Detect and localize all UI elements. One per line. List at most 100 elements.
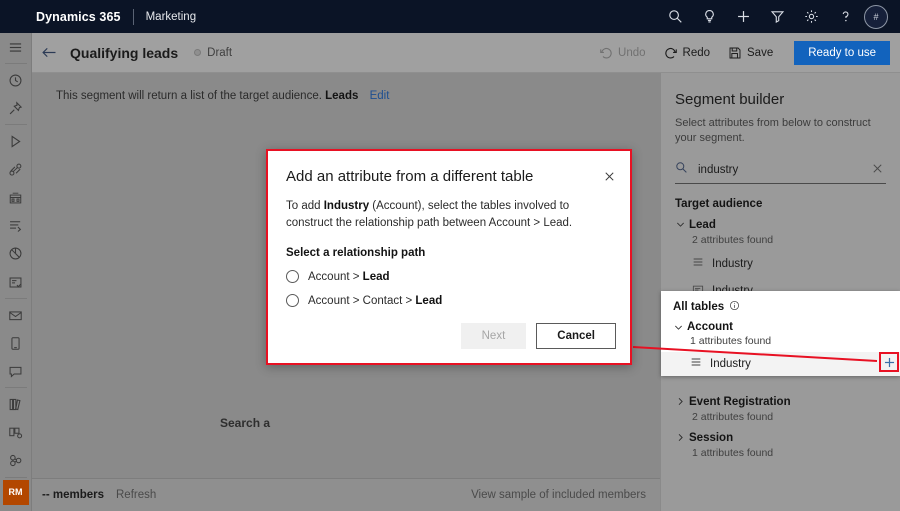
recent-clock-icon[interactable]: [0, 66, 32, 94]
dialog-footer: Next Cancel: [461, 323, 616, 349]
relationship-path-option-1[interactable]: Account > Lead: [286, 270, 630, 283]
filter-icon[interactable]: [760, 0, 794, 33]
segment-builder-subtitle: Select attributes from below to construc…: [675, 116, 886, 146]
dialog-title: Add an attribute from a different table: [286, 168, 586, 185]
account-industry-attribute-row[interactable]: Industry: [690, 355, 900, 373]
status-badge: Draft: [207, 47, 232, 59]
email-icon[interactable]: [0, 301, 32, 329]
tree-group-session-count: 1 attributes found: [692, 447, 900, 459]
segment-description-entity: Leads: [325, 90, 358, 102]
contacts-people-icon[interactable]: [0, 447, 32, 475]
attribute-row[interactable]: Industry: [692, 255, 900, 273]
save-button[interactable]: Save: [719, 41, 782, 65]
cancel-button[interactable]: Cancel: [536, 323, 616, 349]
rail-divider: [5, 387, 27, 388]
dialog-body-text: To add Industry (Account), select the ta…: [286, 198, 610, 231]
tree-group-session-label: Session: [689, 432, 733, 444]
customer-journey-icon[interactable]: [0, 127, 32, 155]
radio-button-icon[interactable]: [286, 294, 299, 307]
segment-description-prefix: This segment will return a list of the t…: [56, 90, 322, 102]
chevron-down-icon: [671, 322, 685, 333]
target-audience-header: Target audience: [675, 198, 900, 210]
back-arrow-icon[interactable]: [32, 33, 66, 73]
command-bar-actions: Undo Redo Save Ready to use: [590, 41, 900, 65]
undo-button[interactable]: Undo: [590, 41, 655, 65]
pinned-icon[interactable]: [0, 94, 32, 122]
info-icon[interactable]: [729, 300, 740, 314]
left-navigation-rail: RM: [0, 33, 32, 511]
clear-search-icon[interactable]: [871, 162, 884, 180]
add-attribute-dialog: Add an attribute from a different table …: [266, 149, 632, 365]
top-bar-actions: #: [658, 0, 900, 33]
tree-group-account[interactable]: Account: [671, 321, 900, 333]
optionset-icon: [690, 355, 702, 373]
lead-scoring-icon[interactable]: [0, 212, 32, 240]
redo-label: Redo: [683, 47, 711, 59]
canvas-footer-bar: -- members Refresh View sample of includ…: [32, 478, 660, 511]
user-avatar[interactable]: #: [864, 5, 888, 29]
dialog-body-bold: Industry: [324, 200, 369, 212]
search-icon[interactable]: [658, 0, 692, 33]
search-input[interactable]: [696, 163, 866, 177]
redo-button[interactable]: Redo: [655, 41, 720, 65]
undo-label: Undo: [618, 47, 646, 59]
attribute-search-field[interactable]: [675, 158, 886, 184]
help-icon[interactable]: [828, 0, 862, 33]
rail-user-avatar[interactable]: RM: [3, 480, 29, 505]
edit-link[interactable]: Edit: [370, 90, 390, 102]
search-attribute-hint: Search a: [220, 416, 270, 430]
close-icon[interactable]: [598, 165, 620, 187]
events-building-icon[interactable]: [0, 184, 32, 212]
relationship-path-option-1-label: Account > Lead: [308, 271, 390, 283]
segments-icon[interactable]: [0, 155, 32, 183]
all-tables-header: All tables: [673, 300, 900, 314]
chevron-down-icon: [673, 219, 687, 230]
save-label: Save: [747, 47, 773, 59]
status-dot-icon: [194, 49, 201, 56]
all-tables-label: All tables: [673, 301, 724, 313]
chevron-right-icon: [673, 396, 687, 407]
relationship-path-option-2[interactable]: Account > Contact > Lead: [286, 294, 630, 307]
tree-group-event-registration-label: Event Registration: [689, 396, 791, 408]
dialog-body-part1: To add: [286, 200, 324, 212]
brand-label: Dynamics 365: [36, 10, 121, 24]
next-button[interactable]: Next: [461, 323, 527, 349]
mobile-device-icon[interactable]: [0, 329, 32, 357]
rail-divider: [5, 124, 27, 125]
lightbulb-icon[interactable]: [692, 0, 726, 33]
all-tables-flyout: All tables Account 1 attributes found: [661, 291, 900, 376]
top-navigation-bar: Dynamics 365 Marketing: [0, 0, 900, 33]
view-sample-members-link[interactable]: View sample of included members: [471, 489, 646, 501]
attribute-label: Industry: [710, 358, 751, 370]
tree-group-account-label: Account: [687, 321, 733, 333]
tree-group-lead[interactable]: Lead: [673, 219, 900, 231]
members-count-label: -- members: [42, 489, 104, 501]
search-icon: [675, 161, 688, 179]
tree-group-event-registration[interactable]: Event Registration: [673, 396, 900, 408]
command-bar: Qualifying leads Draft Undo Redo: [32, 33, 900, 73]
tree-group-lead-label: Lead: [689, 219, 716, 231]
tree-group-session[interactable]: Session: [673, 432, 900, 444]
rail-divider: [5, 477, 27, 478]
content-library-icon[interactable]: [0, 390, 32, 418]
app-root: Dynamics 365 Marketing: [0, 0, 900, 511]
relationship-path-option-2-label: Account > Contact > Lead: [308, 295, 442, 307]
settings-gear-icon[interactable]: [794, 0, 828, 33]
rail-divider: [5, 298, 27, 299]
relationship-path-header: Select a relationship path: [286, 247, 630, 259]
segment-description: This segment will return a list of the t…: [56, 90, 389, 102]
ready-to-use-button[interactable]: Ready to use: [794, 41, 890, 65]
hamburger-menu-icon[interactable]: [0, 33, 32, 61]
templates-icon[interactable]: [0, 419, 32, 447]
refresh-button[interactable]: Refresh: [116, 489, 156, 501]
add-attribute-button[interactable]: [879, 352, 899, 372]
brand-separator: [133, 9, 134, 25]
social-post-icon[interactable]: [0, 357, 32, 385]
marketing-form-icon[interactable]: [0, 268, 32, 296]
analytics-pie-icon[interactable]: [0, 240, 32, 268]
tree-group-lead-count: 2 attributes found: [692, 234, 900, 246]
add-icon[interactable]: [726, 0, 760, 33]
radio-button-icon[interactable]: [286, 270, 299, 283]
optionset-icon: [692, 255, 704, 273]
chevron-right-icon: [673, 432, 687, 443]
